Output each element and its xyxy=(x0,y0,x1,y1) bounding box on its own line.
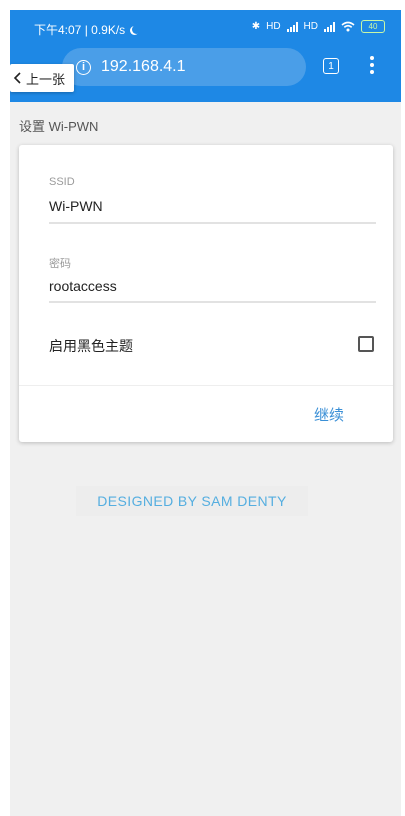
chevron-left-icon xyxy=(13,72,21,84)
ssid-label: SSID xyxy=(49,176,75,188)
wifi-icon xyxy=(341,21,355,32)
back-button[interactable]: 上一张 xyxy=(10,64,74,92)
status-left: 下午4:07 | 0.9K/s xyxy=(34,21,138,38)
footer-credit[interactable]: DESIGNED BY SAM DENTY xyxy=(76,486,308,516)
continue-button[interactable]: 继续 xyxy=(314,404,344,425)
signal-bars-icon xyxy=(286,21,298,32)
info-icon[interactable]: i xyxy=(76,59,91,75)
status-time-speed: 下午4:07 | 0.9K/s xyxy=(34,23,126,37)
password-underline xyxy=(49,301,376,303)
page-title: 设置 Wi-PWN xyxy=(19,119,99,134)
signal-label-2: HD xyxy=(303,21,318,32)
password-field[interactable]: rootaccess xyxy=(49,278,117,294)
do-not-disturb-icon xyxy=(132,25,141,34)
ssid-field[interactable]: Wi-PWN xyxy=(49,198,103,214)
ssid-underline xyxy=(49,222,376,224)
url-text[interactable]: 192.168.4.1 xyxy=(101,58,186,76)
password-label: 密码 xyxy=(49,258,71,270)
signal-label-1: HD xyxy=(266,21,281,32)
tab-switcher-button[interactable]: 1 xyxy=(323,58,339,74)
status-right: ✱ HD HD 40 xyxy=(252,20,385,33)
url-bar[interactable]: i 192.168.4.1 xyxy=(62,48,306,86)
phone-screen: 下午4:07 | 0.9K/s ✱ HD HD 40 i 192.168.4.1… xyxy=(10,10,401,816)
overflow-menu-icon[interactable] xyxy=(370,56,374,77)
dark-theme-checkbox[interactable] xyxy=(358,336,374,352)
signal-bars-icon-2 xyxy=(324,21,335,32)
status-bar: 下午4:07 | 0.9K/s ✱ HD HD 40 xyxy=(10,10,401,46)
settings-card: SSID Wi-PWN 密码 rootaccess 启用黑色主题 继续 xyxy=(19,145,393,442)
back-button-label: 上一张 xyxy=(26,71,66,87)
card-divider xyxy=(19,385,393,386)
battery-icon: 40 xyxy=(361,20,385,33)
dark-theme-label: 启用黑色主题 xyxy=(49,338,133,354)
bluetooth-icon: ✱ xyxy=(251,21,261,32)
